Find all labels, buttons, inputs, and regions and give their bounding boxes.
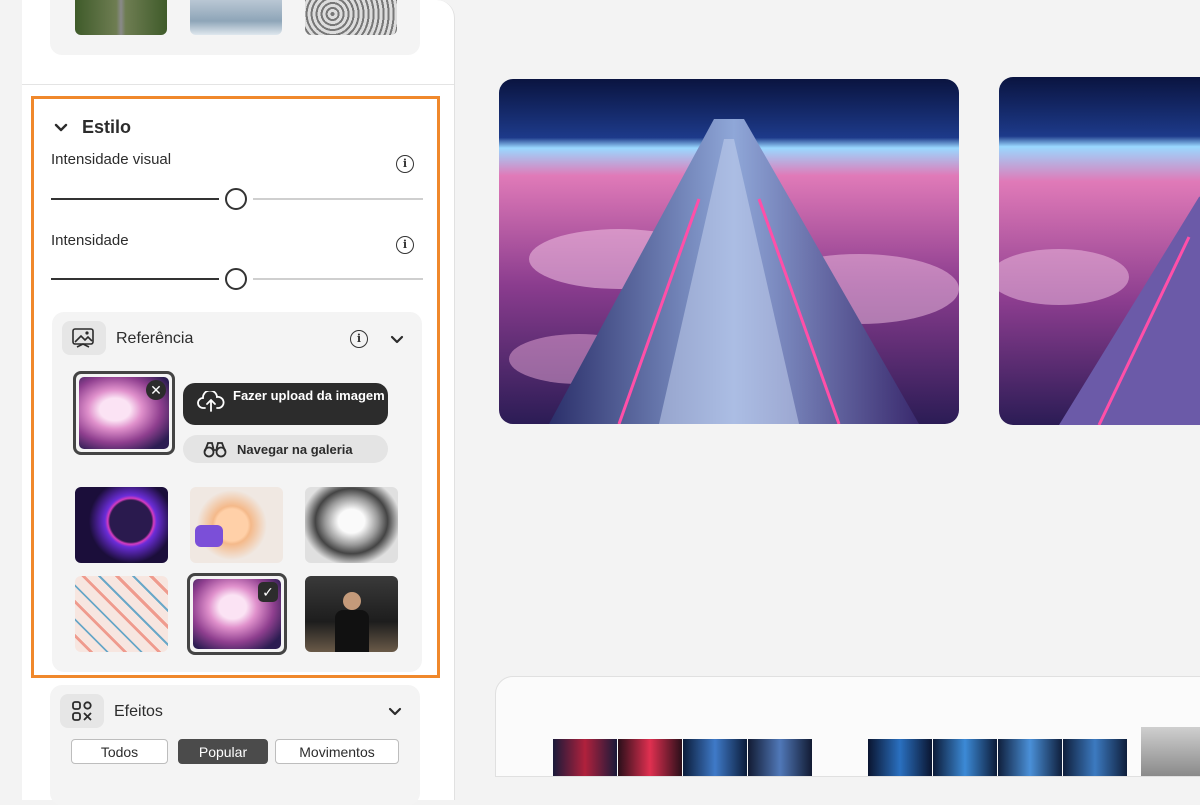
upload-image-button[interactable]: Fazer upload da imagem xyxy=(183,383,388,425)
gallery-thumbnail[interactable] xyxy=(75,487,168,563)
preview-frame[interactable] xyxy=(868,739,932,776)
chevron-down-icon[interactable] xyxy=(390,333,404,347)
thumbnail-road[interactable] xyxy=(75,0,167,35)
effects-card: Efeitos Todos Popular Movimentos xyxy=(50,685,420,805)
effects-preview-strip xyxy=(495,676,1200,777)
preview-frame[interactable] xyxy=(683,739,747,776)
thumbnail-pattern[interactable] xyxy=(305,0,397,35)
effects-icon xyxy=(72,701,92,721)
person-body xyxy=(335,610,369,652)
settings-panel: Estilo Intensidade visual i Intensidade … xyxy=(22,0,455,805)
thumbnail-building[interactable] xyxy=(190,0,282,35)
close-icon[interactable]: ✕ xyxy=(146,380,166,400)
intensity-label: Intensidade xyxy=(51,232,129,249)
gallery-thumbnail[interactable] xyxy=(190,487,283,563)
check-icon: ✓ xyxy=(258,582,278,602)
cloud-upload-icon xyxy=(197,391,225,412)
sleeve-shape xyxy=(195,525,223,547)
gallery-thumbnail[interactable] xyxy=(305,576,398,652)
visual-intensity-slider[interactable] xyxy=(225,188,247,210)
effects-icon-box xyxy=(60,694,104,728)
reference-icon-box xyxy=(62,321,106,355)
chevron-down-icon xyxy=(54,123,68,131)
preview-frame[interactable] xyxy=(618,739,682,776)
chip-movimentos[interactable]: Movimentos xyxy=(275,739,399,764)
preview-frame[interactable] xyxy=(1141,727,1200,776)
generated-image[interactable] xyxy=(999,77,1200,425)
spaceship-image xyxy=(999,77,1200,425)
info-icon[interactable]: i xyxy=(396,236,414,254)
generated-image[interactable] xyxy=(499,79,959,424)
visual-intensity-label: Intensidade visual xyxy=(51,151,172,168)
visual-intensity-filled-track xyxy=(51,198,219,200)
visual-intensity-track xyxy=(253,198,423,200)
preview-frame[interactable] xyxy=(998,739,1062,776)
intensity-slider[interactable] xyxy=(225,268,247,290)
chip-todos[interactable]: Todos xyxy=(71,739,168,764)
divider xyxy=(22,84,454,85)
person-head xyxy=(343,592,361,610)
intensity-filled-track xyxy=(51,278,219,280)
preview-frame[interactable] xyxy=(553,739,617,776)
reference-title: Referência xyxy=(116,330,194,347)
effects-title: Efeitos xyxy=(114,703,163,720)
intensity-track xyxy=(253,278,423,280)
style-section: Estilo Intensidade visual i Intensidade … xyxy=(31,96,440,678)
binoculars-icon xyxy=(203,442,227,458)
style-section-header[interactable]: Estilo xyxy=(54,117,131,138)
top-thumbnails xyxy=(50,0,420,55)
section-title: Estilo xyxy=(82,117,132,137)
chevron-down-icon[interactable] xyxy=(388,705,402,719)
gallery-thumbnail-selected[interactable]: ✓ xyxy=(187,573,287,655)
preview-frame[interactable] xyxy=(1063,739,1127,776)
gallery-thumbnail[interactable] xyxy=(75,576,168,652)
preview-frame[interactable] xyxy=(933,739,997,776)
info-icon[interactable]: i xyxy=(396,155,414,173)
image-reference-icon xyxy=(72,328,94,348)
reference-card: Referência i ✕ Fazer upload da imagem Na… xyxy=(52,312,422,672)
preview-frame[interactable] xyxy=(748,739,812,776)
gallery-thumbnail[interactable] xyxy=(305,487,398,563)
chip-popular[interactable]: Popular xyxy=(178,739,268,764)
gallery-button-label: Navegar na galeria xyxy=(237,441,353,457)
uploaded-reference-image[interactable]: ✕ xyxy=(73,371,175,455)
upload-button-label: Fazer upload da imagem xyxy=(233,388,385,403)
info-icon[interactable]: i xyxy=(350,330,368,348)
spaceship-image xyxy=(499,79,959,424)
browse-gallery-button[interactable]: Navegar na galeria xyxy=(183,435,388,463)
